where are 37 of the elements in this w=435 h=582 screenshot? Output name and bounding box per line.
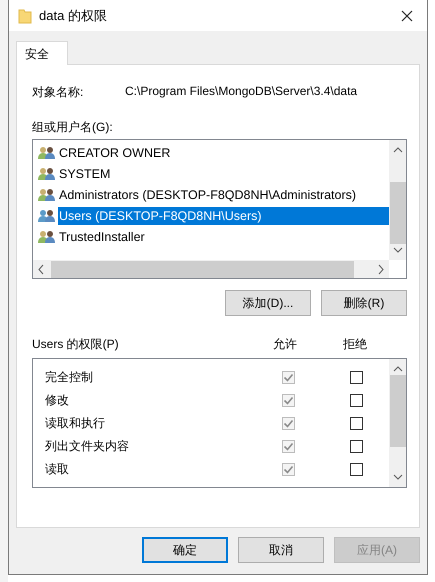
- user-list-item[interactable]: Administrators (DESKTOP-F8QD8NH\Administrators): [58, 186, 358, 204]
- deny-checkbox[interactable]: [350, 371, 362, 384]
- object-name-label: 对象名称:: [32, 84, 84, 100]
- permission-name: 完全控制: [45, 369, 94, 386]
- deny-checkbox[interactable]: [350, 417, 362, 430]
- window-title: data 的权限: [39, 6, 108, 24]
- users-icon: [37, 208, 57, 222]
- permission-name: 读取: [45, 461, 70, 478]
- deny-checkbox[interactable]: [350, 394, 362, 407]
- user-list-item[interactable]: CREATOR OWNER: [58, 144, 172, 162]
- dialog-button[interactable]: 确定: [142, 537, 228, 563]
- users-icon: [37, 188, 57, 202]
- permission-name: 读取和执行: [45, 415, 106, 432]
- folder-icon: [18, 8, 32, 24]
- deny-checkbox[interactable]: [350, 440, 362, 453]
- column-header: 允许: [272, 336, 298, 352]
- group-button[interactable]: 添加(D)...: [225, 290, 311, 316]
- close-icon[interactable]: [401, 10, 413, 22]
- column-header: 拒绝: [342, 336, 368, 352]
- user-list-item[interactable]: TrustedInstaller: [58, 228, 146, 246]
- horizontal-scrollbar[interactable]: [33, 260, 389, 278]
- permissions-label: Users 的权限(P): [32, 336, 120, 352]
- user-list-item[interactable]: SYSTEM: [58, 164, 112, 182]
- permission-name: 列出文件夹内容: [45, 438, 130, 455]
- users-icon: [37, 146, 57, 160]
- permission-name: 修改: [45, 392, 70, 409]
- group-button[interactable]: 删除(R): [321, 290, 407, 316]
- user-list-item[interactable]: Users (DESKTOP-F8QD8NH\Users): [58, 206, 389, 224]
- users-icon: [37, 166, 57, 180]
- tab[interactable]: 安全: [16, 41, 68, 65]
- vertical-scrollbar[interactable]: [389, 140, 406, 260]
- groups-label: 组或用户名(G):: [32, 119, 114, 135]
- dialog-button[interactable]: 取消: [238, 537, 324, 563]
- users-icon: [37, 230, 57, 244]
- vertical-scrollbar[interactable]: [389, 359, 406, 487]
- deny-checkbox[interactable]: [350, 463, 362, 476]
- object-path: C:\Program Files\MongoDB\Server\3.4\data: [125, 84, 358, 100]
